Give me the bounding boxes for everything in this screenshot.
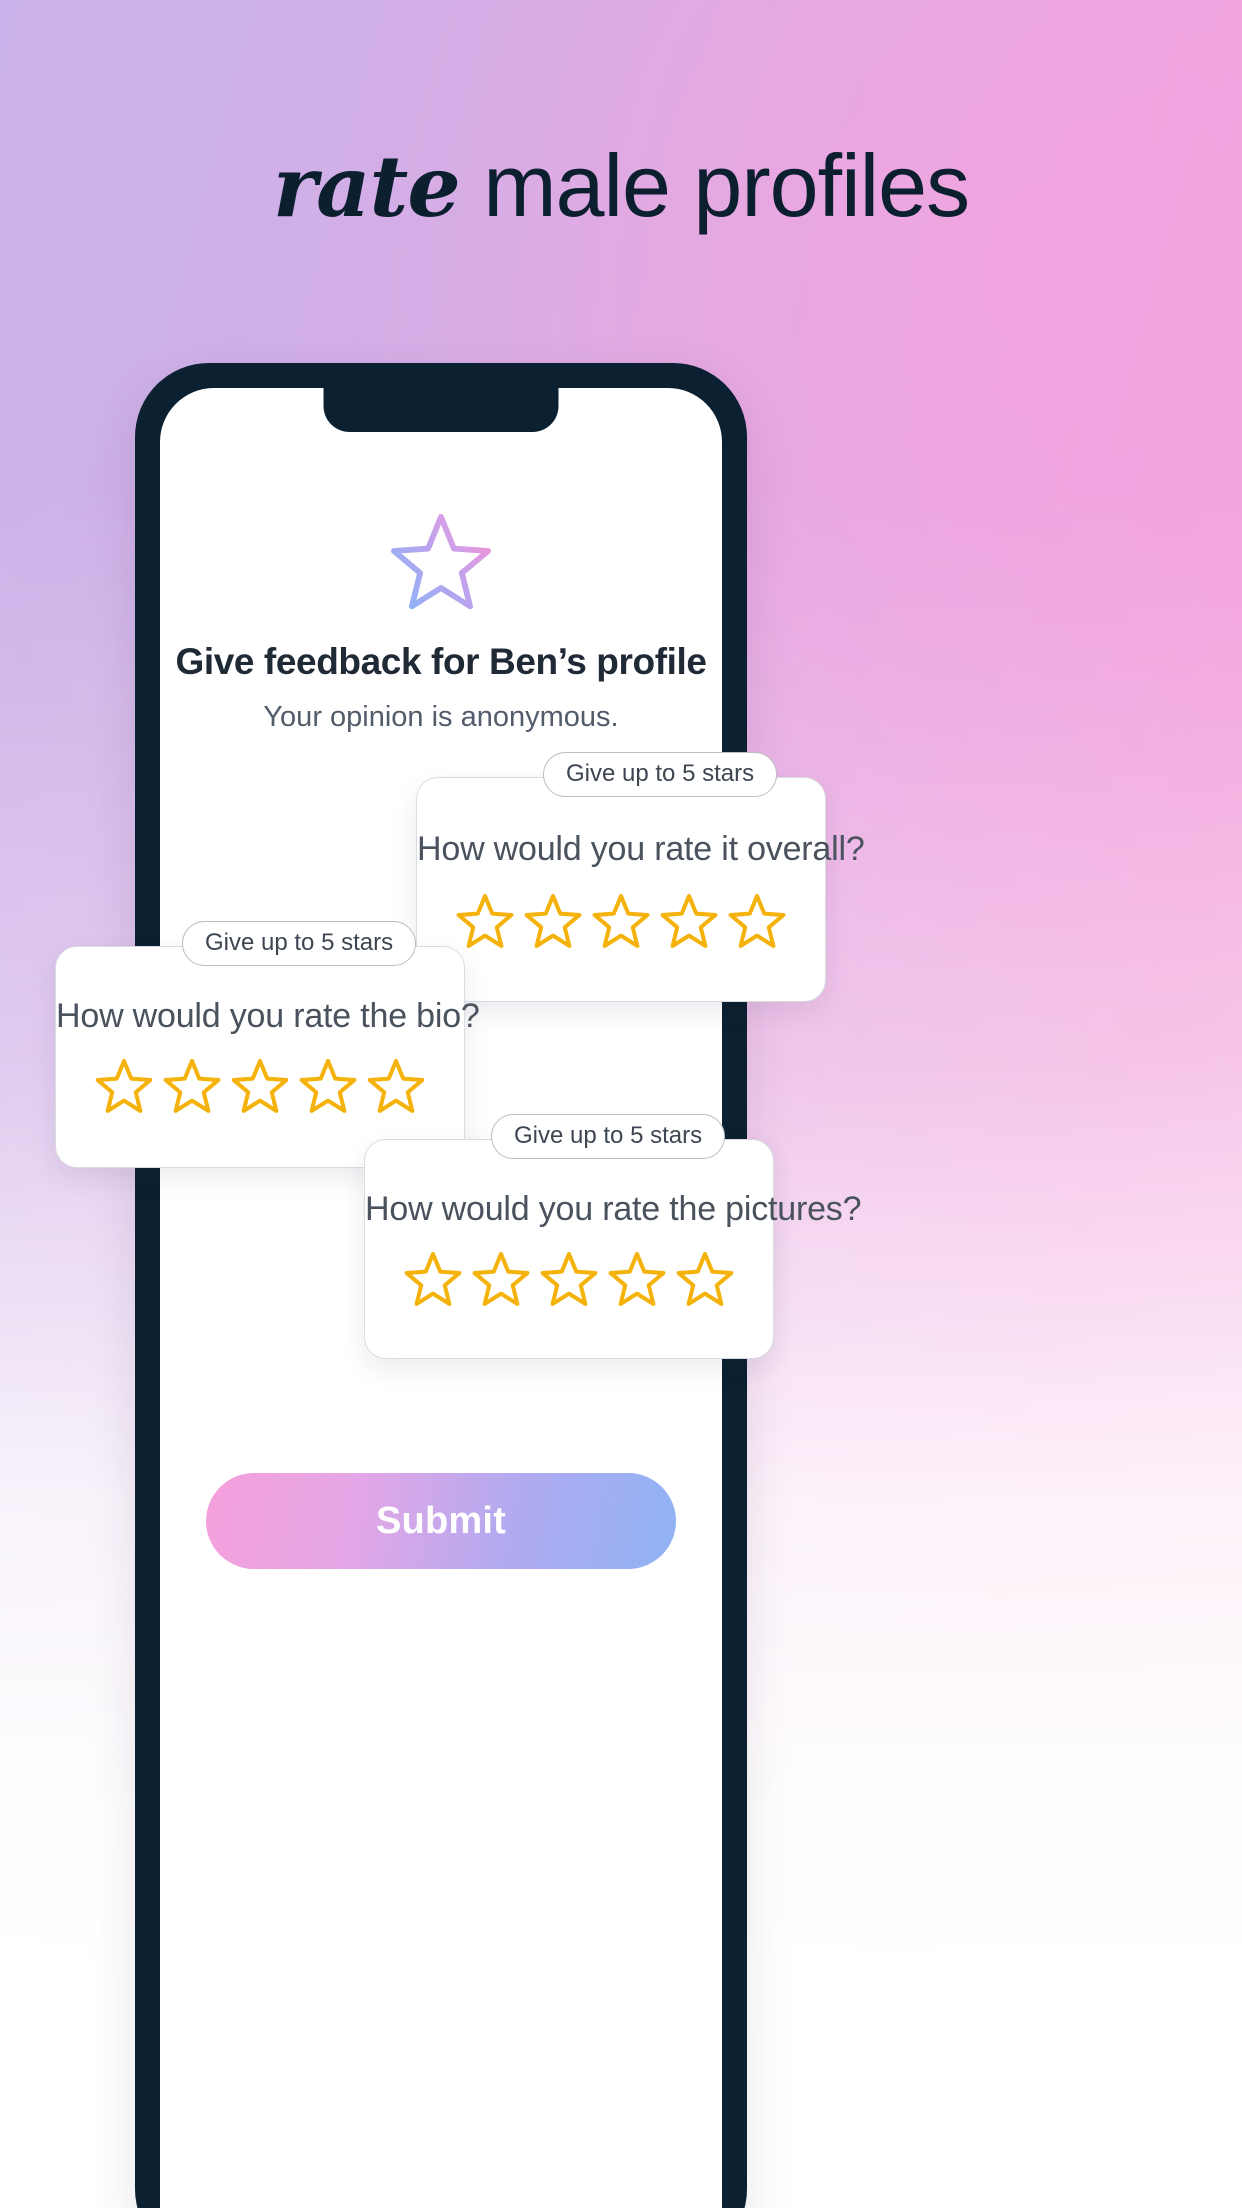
star-rating-widget[interactable]	[56, 1056, 464, 1118]
page-title: rate male profiles	[0, 139, 1242, 232]
star-icon[interactable]	[402, 1249, 464, 1311]
submit-button[interactable]: Submit	[206, 1473, 676, 1569]
status-badge: Give up to 5 stars	[543, 752, 778, 797]
screen-subheading: Your opinion is anonymous.	[263, 701, 619, 733]
page-title-rest: male profiles	[459, 136, 970, 235]
rating-card-pictures[interactable]: Give up to 5 stars How would you rate th…	[364, 1114, 862, 1359]
rating-card-overall[interactable]: Give up to 5 stars How would you rate it…	[416, 752, 865, 1002]
star-icon[interactable]	[674, 1249, 736, 1311]
star-icon[interactable]	[726, 891, 788, 953]
star-icon[interactable]	[365, 1056, 427, 1118]
star-outline-gradient-icon	[385, 508, 497, 620]
screen-heading: Give feedback for Ben’s profile	[175, 641, 707, 682]
rating-card-bio[interactable]: Give up to 5 stars How would you rate th…	[55, 921, 480, 1168]
rating-question: How would you rate the pictures?	[365, 1190, 862, 1228]
star-icon[interactable]	[658, 891, 720, 953]
star-icon[interactable]	[229, 1056, 291, 1118]
star-rating-widget[interactable]	[365, 1249, 773, 1311]
status-badge: Give up to 5 stars	[182, 921, 417, 966]
star-icon[interactable]	[590, 891, 652, 953]
star-icon[interactable]	[538, 1249, 600, 1311]
star-icon[interactable]	[606, 1249, 668, 1311]
rating-question: How would you rate it overall?	[417, 830, 865, 868]
star-icon[interactable]	[161, 1056, 223, 1118]
star-icon[interactable]	[297, 1056, 359, 1118]
star-rating-widget[interactable]	[417, 891, 825, 953]
star-icon[interactable]	[454, 891, 516, 953]
rating-question: How would you rate the bio?	[56, 997, 480, 1035]
star-icon[interactable]	[93, 1056, 155, 1118]
status-badge: Give up to 5 stars	[491, 1114, 726, 1159]
star-icon[interactable]	[522, 891, 584, 953]
phone-notch	[323, 388, 559, 432]
screenshot-stage: rate male profiles Give feedback for Ben…	[0, 0, 1242, 2208]
star-icon[interactable]	[470, 1249, 532, 1311]
page-title-italic-word: rate	[272, 137, 461, 236]
